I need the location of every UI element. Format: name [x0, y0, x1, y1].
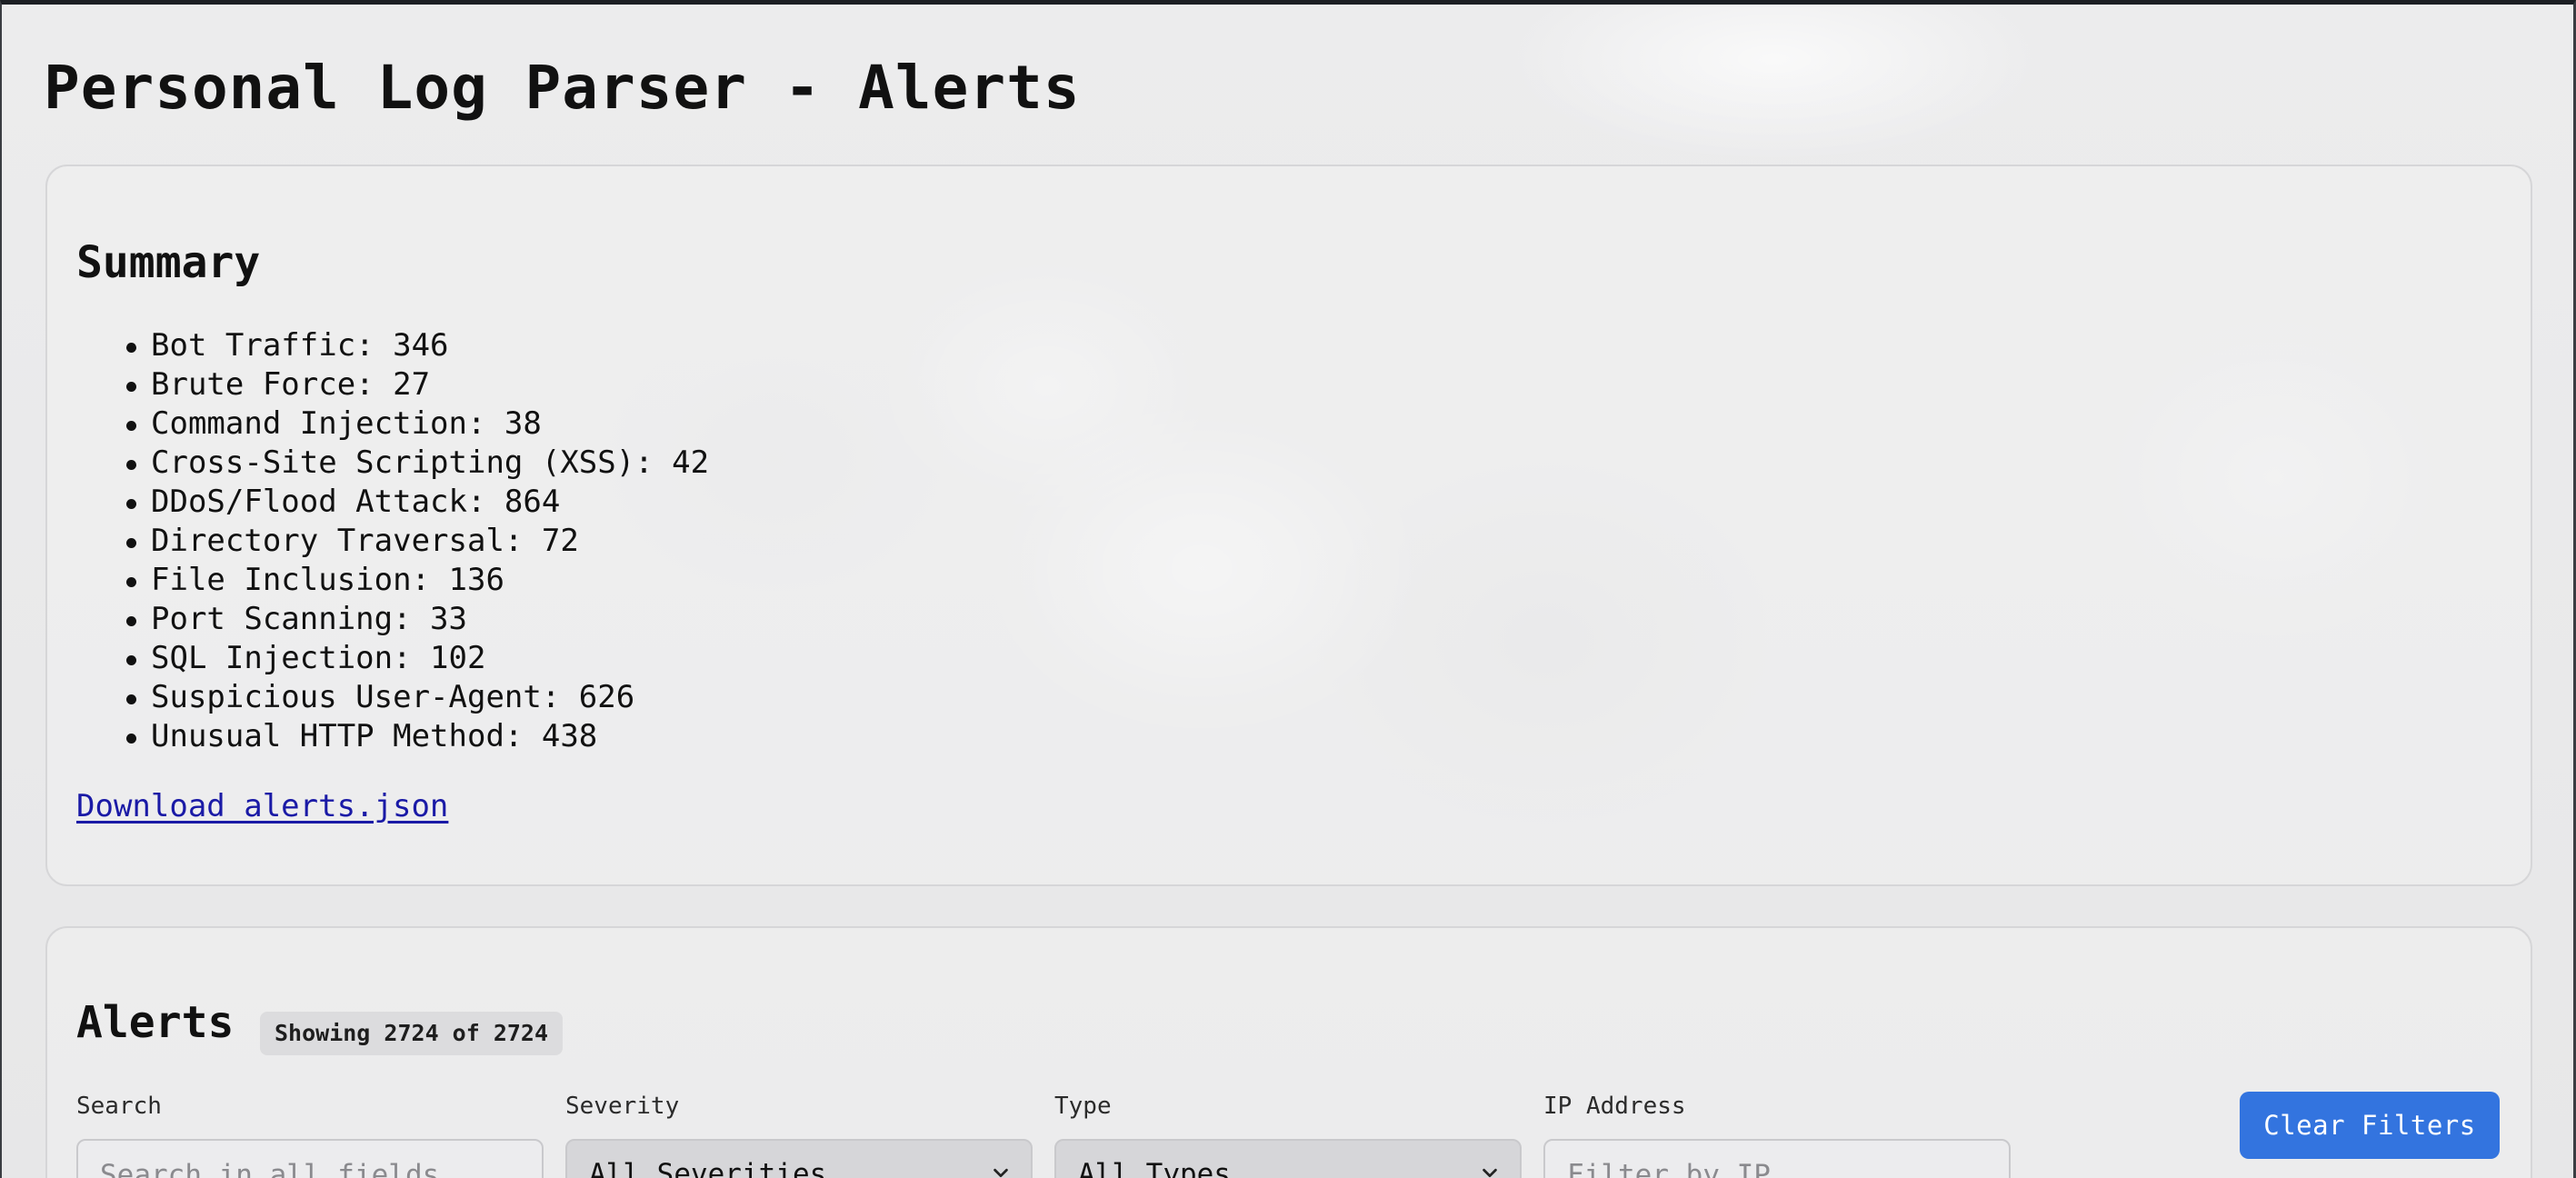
summary-list: Bot Traffic: 346 Brute Force: 27 Command…: [125, 326, 710, 756]
alerts-heading: Alerts: [76, 997, 235, 1048]
ip-address-input[interactable]: [1543, 1139, 2011, 1178]
list-item: Unusual HTTP Method: 438: [125, 717, 709, 756]
download-alerts-link[interactable]: Download alerts.json: [76, 786, 448, 826]
list-item: Command Injection: 38: [125, 404, 709, 444]
list-item: Directory Traversal: 72: [125, 522, 709, 561]
count-badge: Showing 2724 of 2724: [260, 1012, 564, 1055]
list-item: DDoS/Flood Attack: 864: [125, 483, 709, 522]
list-item: Brute Force: 27: [125, 365, 709, 404]
clear-filters-button[interactable]: Clear Filters: [2240, 1092, 2500, 1159]
type-label: Type: [1054, 1093, 1112, 1120]
page-title: Personal Log Parser - Alerts: [44, 53, 1081, 123]
severity-select[interactable]: All Severities: [565, 1139, 1033, 1178]
list-item: SQL Injection: 102: [125, 639, 709, 678]
ip-filter: IP Address: [1543, 1092, 2011, 1178]
ip-label: IP Address: [1543, 1093, 1686, 1120]
list-item: Suspicious User-Agent: 626: [125, 678, 709, 717]
list-item: File Inclusion: 136: [125, 561, 709, 600]
chevron-down-icon: [993, 1168, 1008, 1178]
severity-label: Severity: [565, 1093, 680, 1120]
alerts-card: Alerts Showing 2724 of 2724 Search Sever…: [45, 926, 2532, 1178]
list-item: Bot Traffic: 346: [125, 326, 709, 365]
type-selected-value: All Types: [1078, 1158, 1231, 1178]
summary-heading: Summary: [76, 237, 261, 288]
list-item: Cross-Site Scripting (XSS): 42: [125, 444, 710, 481]
type-select[interactable]: All Types: [1054, 1139, 1522, 1178]
type-filter: Type All Types: [1054, 1092, 1522, 1178]
search-input[interactable]: [76, 1139, 544, 1178]
severity-selected-value: All Severities: [589, 1158, 827, 1178]
severity-filter: Severity All Severities: [565, 1092, 1033, 1178]
list-item: Port Scanning: 33: [125, 600, 709, 639]
summary-card: Summary Bot Traffic: 346 Brute Force: 27…: [45, 165, 2532, 886]
chevron-down-icon: [1483, 1168, 1497, 1178]
page: Personal Log Parser - Alerts: [2, 52, 2573, 125]
search-filter: Search: [76, 1092, 544, 1178]
search-label: Search: [76, 1093, 162, 1120]
